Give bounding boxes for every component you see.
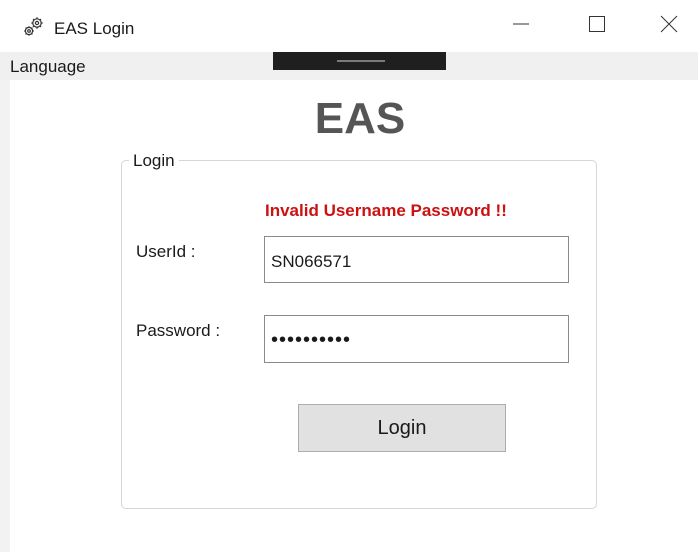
login-button-label: Login — [377, 416, 427, 439]
close-button[interactable] — [639, 0, 698, 52]
maximize-button[interactable] — [567, 0, 627, 52]
close-icon — [659, 14, 679, 39]
userid-input[interactable] — [264, 236, 569, 283]
app-heading: EAS — [314, 94, 406, 143]
window-title: EAS Login — [54, 19, 135, 38]
userid-label: UserId : — [136, 242, 196, 261]
error-message: Invalid Username Password !! — [265, 201, 507, 220]
login-button[interactable]: Login — [298, 404, 506, 452]
menu-item-language[interactable]: Language — [10, 57, 86, 77]
gears-icon — [22, 15, 46, 39]
minimize-icon — [511, 14, 531, 39]
drag-handle-grip — [337, 60, 385, 62]
password-label: Password : — [136, 321, 221, 340]
minimize-button[interactable] — [491, 0, 551, 52]
maximize-icon — [587, 14, 607, 39]
window-left-border — [0, 80, 10, 552]
password-input[interactable] — [264, 315, 569, 363]
login-group-legend: Login — [129, 151, 179, 171]
